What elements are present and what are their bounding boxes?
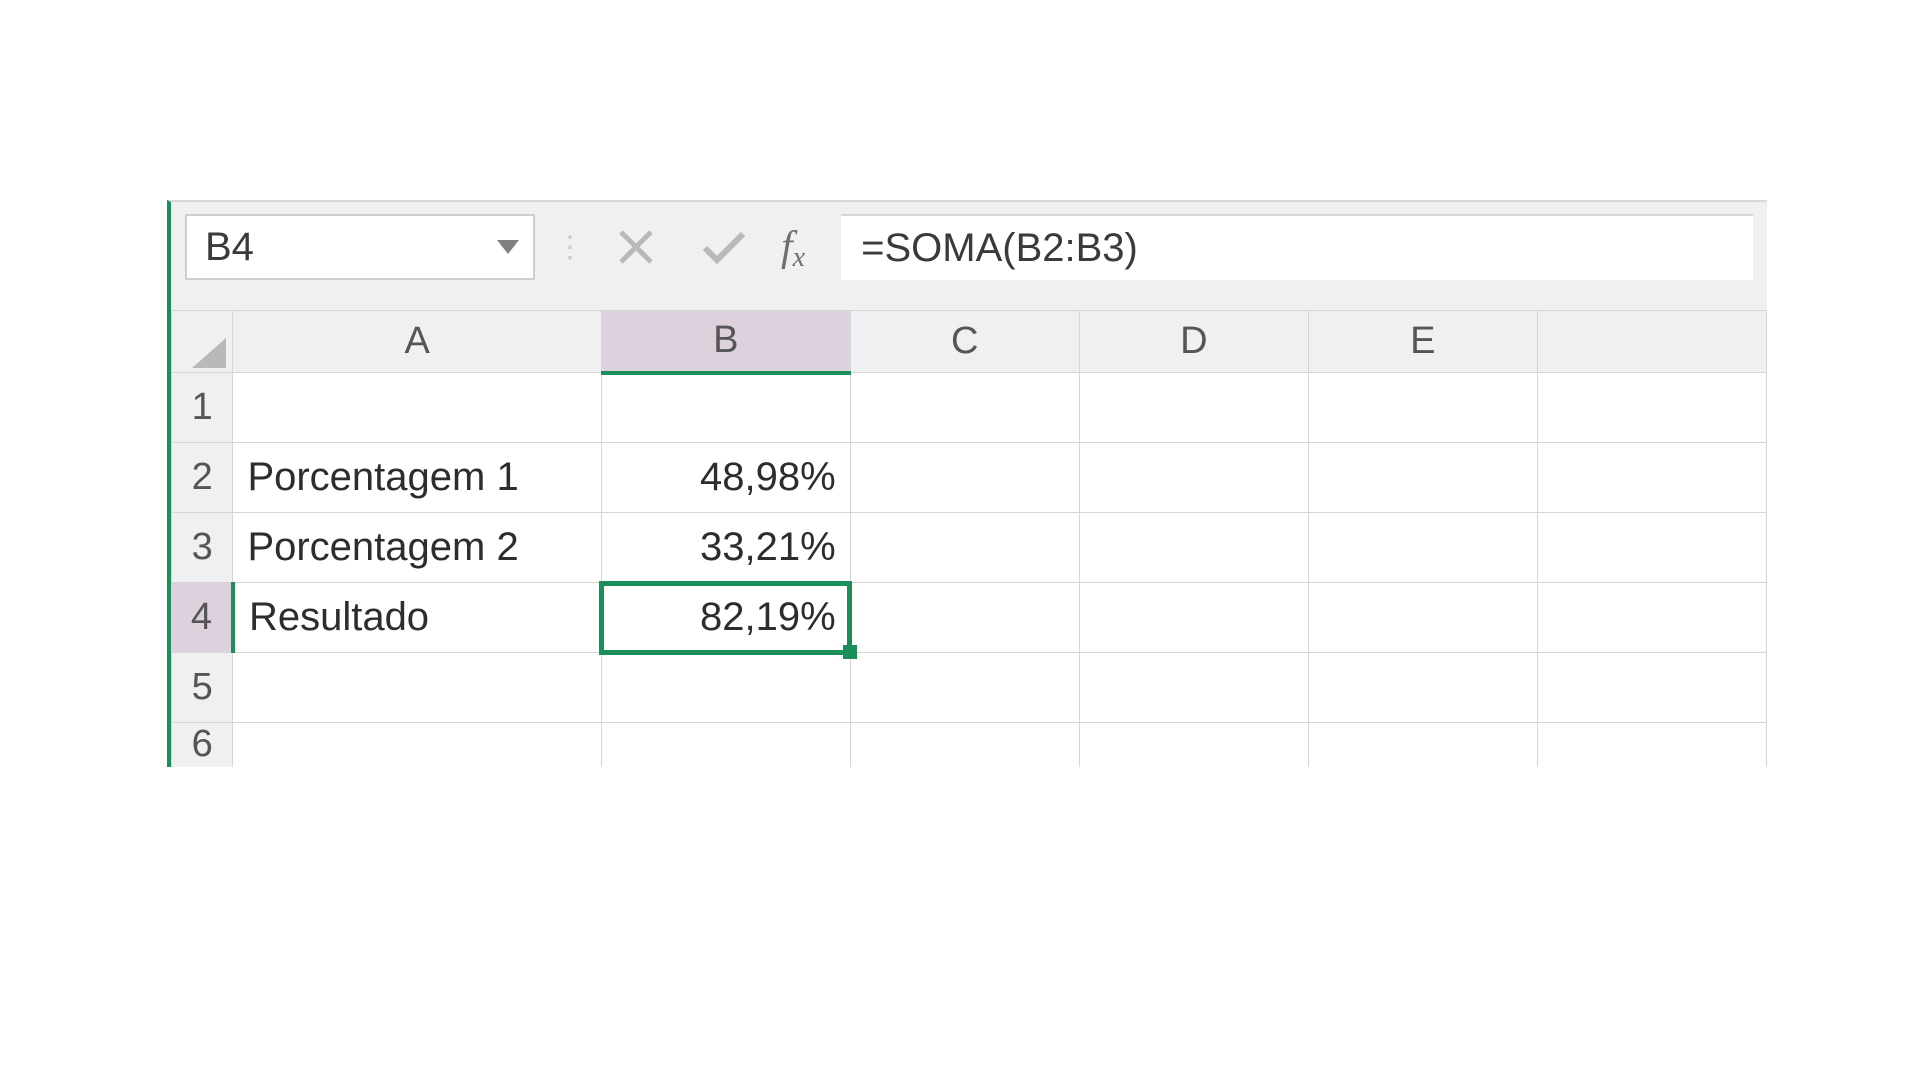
- cell-A3[interactable]: Porcentagem 2: [233, 513, 602, 583]
- cell-D5[interactable]: [1079, 653, 1308, 723]
- cell-D1[interactable]: [1079, 373, 1308, 443]
- cell-A4[interactable]: Resultado: [233, 583, 602, 653]
- cell-C4[interactable]: [850, 583, 1079, 653]
- cell-C5[interactable]: [850, 653, 1079, 723]
- insert-function-button[interactable]: fx: [777, 223, 817, 271]
- cell-C2[interactable]: [850, 443, 1079, 513]
- column-header-row: A B C D E: [172, 311, 1767, 373]
- cell-E3[interactable]: [1308, 513, 1537, 583]
- formula-bar: B4 ⋮ fx =SOMA(B2:B3): [167, 200, 1767, 310]
- cell-A5[interactable]: [233, 653, 602, 723]
- cell-A1[interactable]: [233, 373, 602, 443]
- cancel-formula-button[interactable]: [601, 217, 671, 277]
- close-icon: [617, 228, 655, 266]
- row-header-3[interactable]: 3: [172, 513, 233, 583]
- check-icon: [701, 228, 747, 266]
- grid-row: 4 Resultado 82,19%: [172, 583, 1767, 653]
- cell-F2[interactable]: [1537, 443, 1766, 513]
- cell-B5[interactable]: [601, 653, 850, 723]
- name-box[interactable]: B4: [185, 214, 535, 280]
- grid-row: 5: [172, 653, 1767, 723]
- column-header-D[interactable]: D: [1079, 311, 1308, 373]
- column-header-B[interactable]: B: [601, 311, 850, 373]
- cell-C3[interactable]: [850, 513, 1079, 583]
- row-header-1[interactable]: 1: [172, 373, 233, 443]
- select-all-corner[interactable]: [172, 311, 233, 373]
- cell-B4[interactable]: 82,19%: [601, 583, 850, 653]
- cell-D3[interactable]: [1079, 513, 1308, 583]
- name-box-dropdown-icon[interactable]: [497, 233, 519, 261]
- cell-D4[interactable]: [1079, 583, 1308, 653]
- accept-formula-button[interactable]: [689, 217, 759, 277]
- column-header-C[interactable]: C: [850, 311, 1079, 373]
- cell-F3[interactable]: [1537, 513, 1766, 583]
- cell-B2[interactable]: 48,98%: [601, 443, 850, 513]
- grid-row: 2 Porcentagem 1 48,98%: [172, 443, 1767, 513]
- row-header-2[interactable]: 2: [172, 443, 233, 513]
- grid-row: 1: [172, 373, 1767, 443]
- cell-E1[interactable]: [1308, 373, 1537, 443]
- row-header-5[interactable]: 5: [172, 653, 233, 723]
- column-header-E[interactable]: E: [1308, 311, 1537, 373]
- name-box-value: B4: [205, 225, 254, 270]
- grid-row: 6: [172, 723, 1767, 767]
- cell-F5[interactable]: [1537, 653, 1766, 723]
- cell-E5[interactable]: [1308, 653, 1537, 723]
- cell-F1[interactable]: [1537, 373, 1766, 443]
- cell-A6[interactable]: [233, 723, 602, 767]
- column-header-A[interactable]: A: [233, 311, 602, 373]
- cell-B3[interactable]: 33,21%: [601, 513, 850, 583]
- cell-C1[interactable]: [850, 373, 1079, 443]
- cell-E2[interactable]: [1308, 443, 1537, 513]
- cell-C6[interactable]: [850, 723, 1079, 767]
- cell-B1[interactable]: [601, 373, 850, 443]
- formula-input[interactable]: =SOMA(B2:B3): [841, 214, 1753, 280]
- cell-D2[interactable]: [1079, 443, 1308, 513]
- row-header-6[interactable]: 6: [172, 723, 233, 767]
- cell-E6[interactable]: [1308, 723, 1537, 767]
- spreadsheet-grid: A B C D E 1 2 P: [167, 310, 1767, 767]
- cell-D6[interactable]: [1079, 723, 1308, 767]
- formula-text: =SOMA(B2:B3): [861, 226, 1138, 271]
- row-header-4[interactable]: 4: [172, 583, 233, 653]
- cell-B6[interactable]: [601, 723, 850, 767]
- cell-A2[interactable]: Porcentagem 1: [233, 443, 602, 513]
- formula-bar-grip-icon[interactable]: ⋮: [553, 230, 583, 265]
- cell-F6[interactable]: [1537, 723, 1766, 767]
- spreadsheet-window: B4 ⋮ fx =SOMA(B2:B3): [167, 200, 1767, 767]
- cell-E4[interactable]: [1308, 583, 1537, 653]
- cell-F4[interactable]: [1537, 583, 1766, 653]
- grid-row: 3 Porcentagem 2 33,21%: [172, 513, 1767, 583]
- column-header-blank[interactable]: [1537, 311, 1766, 373]
